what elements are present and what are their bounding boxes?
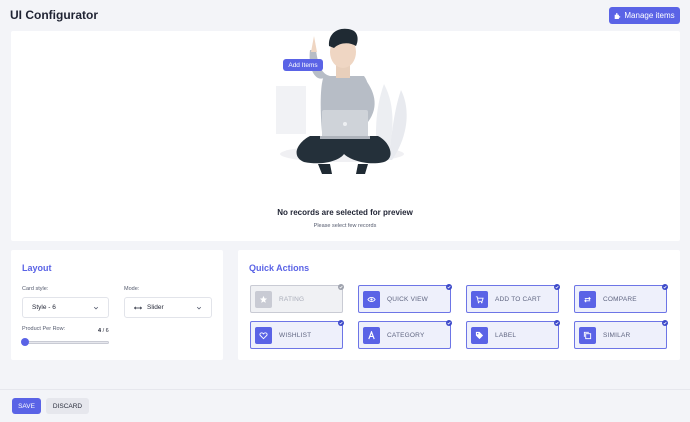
action-rating-label: RATING [279,295,305,303]
mode-value: Slider [147,304,164,311]
heart-icon [255,326,272,344]
action-compare[interactable]: COMPARE [574,284,668,313]
mode-select[interactable]: Slider [124,297,212,318]
tag-icon [471,326,488,344]
check-icon [554,320,560,326]
per-row-slider-thumb[interactable] [21,338,29,346]
compare-arrows-icon [579,290,596,308]
check-icon [446,320,452,326]
action-label-label: LABEL [495,331,517,339]
page-title: UI Configurator [10,8,98,22]
puzzle-icon [615,13,621,19]
empty-state-subtitle: Please select few records [313,223,377,229]
check-icon [662,284,668,290]
action-wishlist-label: WISHLIST [279,331,312,339]
card-style-label: Card style: [22,286,49,292]
action-wishlist[interactable]: WISHLIST [250,320,344,349]
cart-icon [471,290,488,308]
footer-bar [0,389,690,422]
action-quick-view[interactable]: QUICK VIEW [358,284,452,313]
slider-arrows-icon [134,305,142,310]
person-laptop-illustration [276,28,407,174]
per-row-max: / 6 [102,328,109,334]
action-label[interactable]: LABEL [466,320,560,349]
action-category-label: CATEGORY [387,331,425,339]
layout-title: Layout [22,263,52,273]
add-items-chip[interactable]: Add Items [283,59,323,71]
card-style-value: Style - 6 [32,304,56,311]
action-add-to-cart[interactable]: ADD TO CART [466,284,560,313]
action-compare-label: COMPARE [603,295,637,303]
quick-actions-title: Quick Actions [249,263,310,273]
save-button[interactable]: SAVE [12,398,41,414]
quick-actions-panel: Quick Actions RATING QUICK VIEW ADD TO C… [238,250,680,360]
action-quick-view-label: QUICK VIEW [387,295,429,303]
action-rating[interactable]: RATING [250,284,344,313]
check-icon [338,284,344,290]
action-add-to-cart-label: ADD TO CART [495,295,541,303]
mode-label: Mode: [124,286,140,292]
check-icon [554,284,560,290]
action-category[interactable]: CATEGORY [358,320,452,349]
per-row-value: 4 [98,328,102,334]
star-icon [255,290,272,308]
check-icon [446,284,452,290]
chevron-down-icon [196,306,202,310]
check-icon [338,320,344,326]
card-style-select[interactable]: Style - 6 [22,297,109,318]
layout-panel: Layout Card style: Style - 6 Mode: Slide… [11,250,223,360]
copy-icon [579,326,596,344]
action-similar-label: SIMILAR [603,331,631,339]
chevron-down-icon [93,306,99,310]
action-similar[interactable]: SIMILAR [574,320,668,349]
manage-items-button[interactable]: Manage items [609,7,680,24]
eye-icon [363,290,380,308]
check-icon [662,320,668,326]
category-letter-icon [363,326,380,344]
per-row-slider-track[interactable] [25,341,109,344]
per-row-label: Product Per Row: [22,326,66,332]
discard-button[interactable]: DISCARD [46,398,89,414]
per-row-readout: 4 / 6 [98,328,109,334]
empty-state-title: No records are selected for preview [277,208,413,217]
manage-items-label: Manage items [624,11,675,20]
